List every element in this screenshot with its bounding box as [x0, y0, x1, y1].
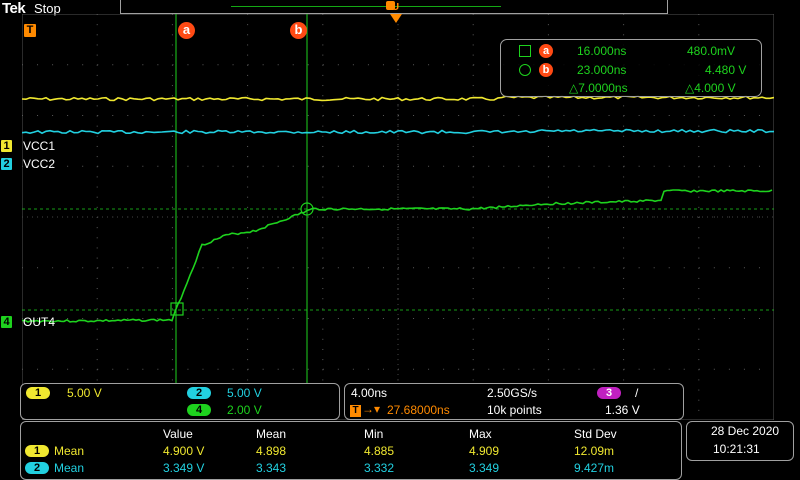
cursor-a-label[interactable]: a	[178, 22, 195, 39]
trigger-position: 27.68000ns	[387, 403, 450, 417]
cursor-b-value: 4.480 V	[705, 63, 747, 77]
ch1-badge[interactable]: 1	[1, 140, 12, 152]
ch2-badge[interactable]: 2	[1, 158, 12, 170]
row2-std-dev: 9.427m	[574, 461, 615, 475]
ch2-waveform	[22, 128, 774, 135]
date-time-panel: 28 Dec 2020 10:21:31	[686, 421, 794, 461]
trigger-slope-icon: /	[635, 386, 639, 400]
date: 28 Dec 2020	[711, 424, 780, 438]
trigger-level: 1.36 V	[605, 403, 640, 417]
record-length: 10k points	[487, 403, 542, 417]
cursor-a-badge: a	[539, 44, 553, 58]
ch4-waveform	[22, 188, 773, 323]
row1-std-dev: 12.09m	[574, 444, 615, 458]
horizontal-trigger-panel[interactable]: 4.00ns 2.50GS/s 3 / T →▾ 27.68000ns 10k …	[344, 383, 684, 420]
cursor-a-value: 480.0mV	[687, 44, 736, 58]
cursor-delta-time: △7.0000ns	[569, 81, 628, 95]
record-window	[231, 6, 501, 7]
col-header-mean: Mean	[256, 427, 287, 441]
cursor-b-circle-icon	[519, 64, 531, 76]
timebase: 4.00ns	[351, 386, 388, 400]
ch4-badge[interactable]: 4	[1, 316, 12, 328]
cursor-a-square-icon	[519, 45, 531, 57]
row1-mean: 4.898	[256, 444, 287, 458]
ch2-scale: 5.00 V	[227, 386, 262, 400]
ch1-scale-badge: 1	[26, 387, 50, 399]
ch2-name: VCC2	[23, 157, 56, 171]
row1-value: 4.900 V	[163, 444, 205, 458]
row2-label: Mean	[54, 461, 85, 475]
trigger-marker-label: T	[24, 24, 36, 37]
ch4-scale-badge: 4	[187, 404, 211, 416]
col-header-max: Max	[469, 427, 492, 441]
trigger-level-marker[interactable]: T	[24, 24, 40, 37]
ch1-scale: 5.00 V	[67, 386, 102, 400]
ch4-scale: 2.00 V	[227, 403, 262, 417]
cursor-delta-value: △4.000 V	[685, 81, 736, 95]
trigger-position-marker[interactable]: U	[389, 2, 402, 24]
col-header-value: Value	[163, 427, 193, 441]
col-header-std-dev: Std Dev	[574, 427, 617, 441]
row2-source-badge: 2	[25, 462, 49, 474]
ch2-scale-badge: 2	[187, 387, 211, 399]
row2-max: 3.349	[469, 461, 500, 475]
cursor-a-time: 16.000ns	[577, 44, 627, 58]
sample-rate: 2.50GS/s	[487, 386, 538, 400]
row1-source-badge: 1	[25, 445, 49, 457]
measurement-table[interactable]: Value Mean Min Max Std Dev 1 Mean 4.900 …	[20, 421, 682, 480]
trigger-arrow-icon: →▾	[362, 402, 381, 416]
cursor-readout-panel: a 16.000ns 480.0mV b 23.000ns 4.480 V △7…	[500, 39, 762, 97]
time: 10:21:31	[713, 442, 760, 456]
cursor-b-badge: b	[539, 63, 553, 77]
trigger-source-badge: 3	[597, 387, 621, 399]
cursor-b-label[interactable]: b	[290, 22, 307, 39]
ch4-name: OUT4	[23, 315, 56, 329]
row1-label: Mean	[54, 444, 85, 458]
row2-value: 3.349 V	[163, 461, 205, 475]
row2-min: 3.332	[364, 461, 395, 475]
ch1-name: VCC1	[23, 139, 56, 153]
vertical-settings-panel[interactable]: 1 5.00 V 2 5.00 V 4 2.00 V	[20, 383, 340, 420]
row1-max: 4.909	[469, 444, 500, 458]
col-header-min: Min	[364, 427, 384, 441]
trigger-position-label: U	[391, 2, 400, 13]
row2-mean: 3.343	[256, 461, 287, 475]
trigger-position-arrow-icon	[390, 14, 402, 23]
row1-min: 4.885	[364, 444, 395, 458]
trigger-marker-small: T	[350, 405, 361, 417]
cursor-b-time: 23.000ns	[577, 63, 627, 77]
